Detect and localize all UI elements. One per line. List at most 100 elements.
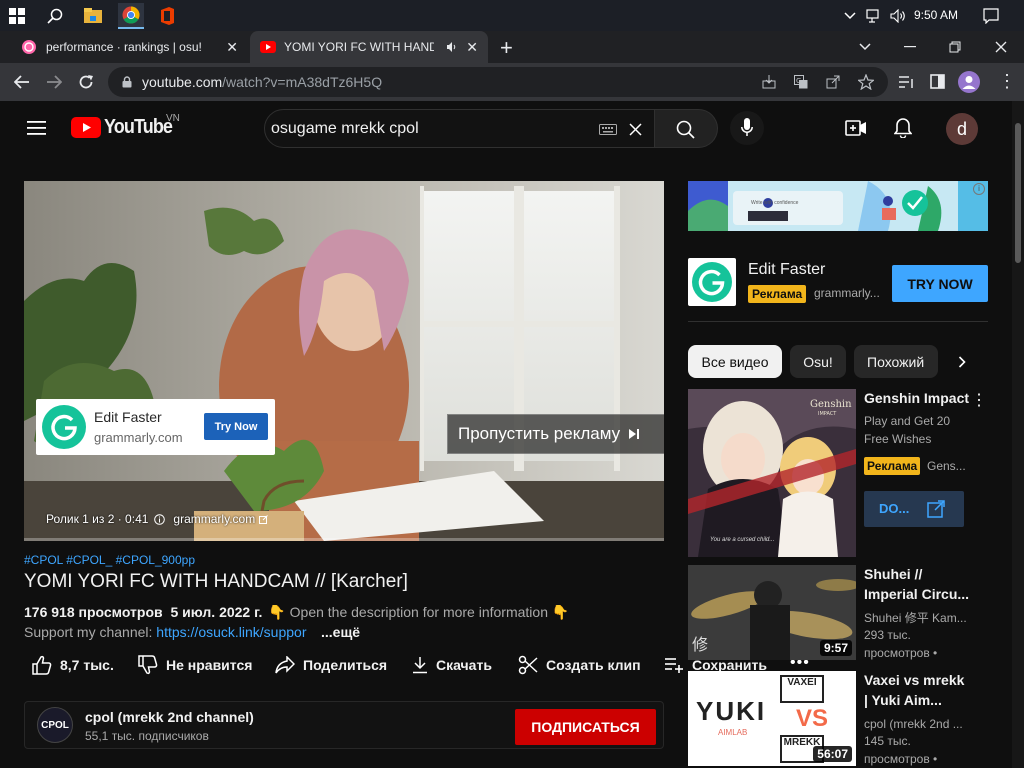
- dislike-button[interactable]: Не нравится: [138, 647, 252, 683]
- scrollbar-thumb[interactable]: [1015, 123, 1021, 263]
- video-description[interactable]: 176 918 просмотров 5 июл. 2022 г. 👇 Open…: [24, 604, 569, 621]
- thumbnail-vs-text: VS: [796, 705, 829, 732]
- recommendation-title[interactable]: Genshin Impact: [864, 388, 969, 408]
- channel-avatar[interactable]: CPOL: [37, 707, 73, 743]
- reading-list-icon[interactable]: [898, 75, 914, 89]
- translate-icon[interactable]: G: [794, 75, 808, 89]
- scissors-icon: [518, 655, 538, 675]
- side-ad-title[interactable]: Edit Faster: [748, 261, 825, 279]
- support-link[interactable]: https://osuck.link/suppor: [156, 624, 306, 640]
- chevron-right-icon[interactable]: [958, 356, 966, 368]
- audio-playing-icon[interactable]: [446, 41, 458, 53]
- subscribe-button[interactable]: ПОДПИСАТЬСЯ: [515, 709, 656, 745]
- create-clip-button[interactable]: Создать клип: [518, 647, 641, 683]
- restore-icon[interactable]: [945, 37, 965, 57]
- omnibox[interactable]: youtube.com/watch?v=mA38dTz6H5Q G: [108, 67, 888, 97]
- share-button[interactable]: Поделиться: [275, 647, 387, 683]
- download-button[interactable]: Скачать: [412, 647, 492, 683]
- tab-osu-rankings[interactable]: performance · rankings | osu! ✕: [8, 31, 248, 63]
- search-button[interactable]: [655, 109, 718, 148]
- page-scrollbar[interactable]: [1012, 101, 1024, 768]
- recommendation-title-line-2[interactable]: Imperial Circu...: [864, 584, 969, 604]
- chip-similar[interactable]: Похожий: [854, 345, 938, 378]
- skip-ad-label: Пропустить рекламу: [458, 424, 621, 443]
- chrome-taskbar-icon[interactable]: [118, 3, 144, 29]
- channel-name[interactable]: cpol (mrekk 2nd channel): [85, 709, 254, 725]
- ad-progress-track[interactable]: [24, 538, 664, 541]
- search-input[interactable]: osugame mrekk cpol: [264, 109, 655, 148]
- video-player[interactable]: Edit Faster grammarly.com Try Now Пропус…: [24, 181, 664, 541]
- skip-next-icon: [629, 429, 640, 439]
- recommendation-meta: Free Wishes: [864, 432, 932, 446]
- back-arrow-icon[interactable]: [12, 72, 32, 92]
- recommendation-thumbnail[interactable]: YUKI AIMLAB VS VAXEI MREKK 56:07: [688, 671, 856, 766]
- download-label: Скачать: [436, 657, 492, 673]
- account-avatar[interactable]: d: [946, 113, 978, 145]
- network-icon[interactable]: [864, 6, 884, 26]
- share-icon[interactable]: [826, 75, 840, 89]
- chrome-menu-icon[interactable]: ⋮: [998, 71, 1016, 91]
- notifications-icon[interactable]: [980, 5, 1002, 27]
- side-ad-domain: grammarly...: [814, 286, 880, 300]
- side-ad-banner[interactable]: Write with confidence i: [688, 181, 988, 231]
- youtube-logo[interactable]: YouTube: [71, 116, 180, 139]
- genshin-download-button[interactable]: DO...: [864, 491, 964, 527]
- recommendation-title-line-2[interactable]: | Yuki Aim...: [864, 690, 942, 710]
- office-icon[interactable]: [156, 5, 178, 27]
- grammarly-logo-icon: [42, 405, 86, 449]
- more-options-icon[interactable]: ⋮: [971, 390, 987, 410]
- side-ad-try-now-button[interactable]: TRY NOW: [892, 265, 988, 302]
- minimize-icon[interactable]: [900, 37, 920, 57]
- volume-icon[interactable]: [888, 6, 908, 26]
- file-explorer-icon[interactable]: [82, 5, 104, 27]
- grammarly-logo-icon: [692, 262, 732, 302]
- side-panel-icon[interactable]: [930, 74, 945, 89]
- video-hashtags[interactable]: #CPOL #CPOL_ #CPOL_900pp: [24, 553, 195, 567]
- video-duration: 56:07: [813, 746, 852, 762]
- chip-all-videos[interactable]: Все видео: [688, 345, 782, 378]
- video-frame-image: [24, 181, 664, 541]
- windows-start-icon[interactable]: [6, 5, 28, 27]
- hamburger-menu-icon[interactable]: [27, 120, 47, 136]
- bookmark-star-icon[interactable]: [858, 74, 874, 90]
- ad-card-try-now-button[interactable]: Try Now: [204, 413, 268, 440]
- tab-youtube-video[interactable]: YOMI YORI FC WITH HANDCAM ✕: [250, 31, 488, 63]
- video-ad-card[interactable]: Edit Faster grammarly.com Try Now: [36, 399, 275, 455]
- recommendation-title-line-1[interactable]: Vaxei vs mrekk: [864, 670, 964, 690]
- skip-ad-button[interactable]: Пропустить рекламу: [447, 414, 664, 454]
- close-tab-icon[interactable]: ✕: [466, 39, 478, 56]
- chevron-up-icon[interactable]: [840, 6, 860, 26]
- forward-arrow-icon[interactable]: [44, 72, 64, 92]
- create-video-icon[interactable]: [845, 120, 867, 136]
- keyboard-icon[interactable]: [599, 124, 617, 135]
- system-clock[interactable]: 9:50 AM: [914, 8, 958, 22]
- recommendation-views-suffix: просмотров •: [864, 752, 938, 766]
- info-icon[interactable]: [154, 513, 166, 525]
- new-tab-button[interactable]: +: [500, 35, 513, 61]
- reload-icon[interactable]: [76, 72, 96, 92]
- close-window-icon[interactable]: [991, 37, 1011, 57]
- lock-icon[interactable]: [122, 76, 132, 88]
- search-icon[interactable]: [44, 5, 66, 27]
- voice-search-button[interactable]: [730, 111, 764, 145]
- install-app-icon[interactable]: [762, 75, 776, 89]
- thumbnail-text: AIMLAB: [718, 728, 748, 737]
- external-link-icon: [259, 514, 269, 524]
- ad-domain-link[interactable]: grammarly.com: [173, 512, 255, 526]
- clear-search-icon[interactable]: [629, 123, 642, 136]
- notifications-bell-icon[interactable]: [894, 118, 912, 138]
- cta-label: DO...: [879, 501, 910, 516]
- chip-osu[interactable]: Osu!: [790, 345, 846, 378]
- like-button[interactable]: 8,7 тыс.: [32, 647, 114, 683]
- recommendation-thumbnail[interactable]: Genshin IMPACT You are a cursed child...: [688, 389, 856, 557]
- ad-info-icon[interactable]: i: [973, 183, 985, 195]
- recommendation-thumbnail[interactable]: 修 9:57: [688, 565, 856, 660]
- svg-text:IMPACT: IMPACT: [818, 411, 837, 417]
- tab-search-chevron-icon[interactable]: [855, 37, 875, 57]
- profile-avatar-icon[interactable]: [958, 71, 980, 93]
- side-ad-logo[interactable]: [688, 258, 736, 306]
- show-more-button[interactable]: ...ещё: [321, 624, 360, 640]
- thumbs-up-icon: [32, 655, 52, 675]
- recommendation-title-line-1[interactable]: Shuhei //: [864, 564, 922, 584]
- close-tab-icon[interactable]: ✕: [226, 39, 238, 56]
